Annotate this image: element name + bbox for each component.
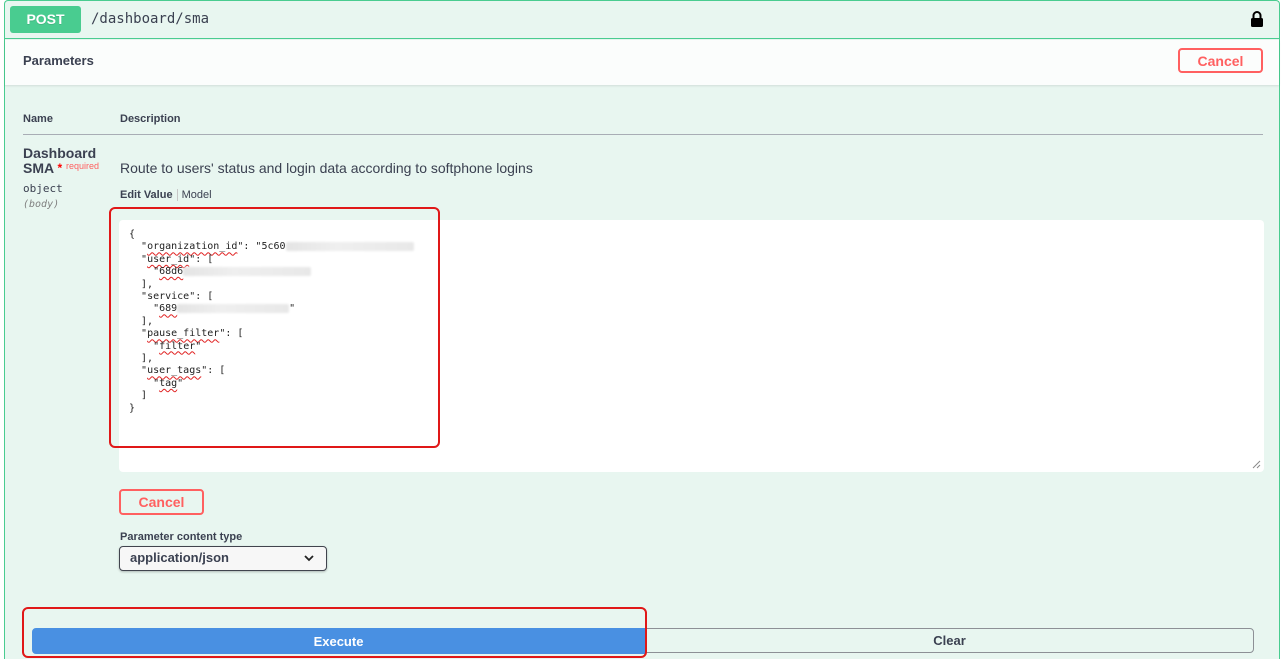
redacted-value xyxy=(177,303,290,313)
parameter-name: Dashboard SMA * required xyxy=(23,146,99,176)
redacted-value xyxy=(183,266,312,276)
operation-block-post: POST /dashboard/sma Parameters Cancel Na… xyxy=(4,0,1280,659)
json-value-pause-filter: filter xyxy=(159,340,196,352)
parameters-title: Parameters xyxy=(23,53,94,68)
clear-button[interactable]: Clear xyxy=(645,628,1254,653)
content-type-label: Parameter content type xyxy=(120,531,243,543)
body-tabs: Edit Value Model xyxy=(120,189,212,202)
json-key-service: service xyxy=(147,291,190,303)
tab-model[interactable]: Model xyxy=(182,189,212,201)
parameter-description: Route to users' status and login data ac… xyxy=(120,160,533,176)
json-key-organization-id: organization_id xyxy=(147,241,238,253)
cancel-try-out-button[interactable]: Cancel xyxy=(1178,48,1263,73)
lock-icon[interactable] xyxy=(1250,10,1264,28)
json-key-pause-filter: pause_filter xyxy=(147,328,220,340)
parameters-header: Parameters Cancel xyxy=(5,40,1279,85)
tab-divider xyxy=(176,189,178,202)
content-type-select[interactable]: application/json xyxy=(119,546,327,571)
json-open-brace: { xyxy=(129,229,136,240)
table-header-divider xyxy=(23,134,1263,135)
method-badge: POST xyxy=(10,6,81,33)
json-value-user-id: 68d6 xyxy=(159,266,184,278)
column-header-description: Description xyxy=(120,113,181,125)
required-star: * xyxy=(57,161,63,175)
resize-handle-icon[interactable] xyxy=(1252,460,1261,469)
operation-summary[interactable]: POST /dashboard/sma xyxy=(5,1,1279,39)
cancel-edit-button[interactable]: Cancel xyxy=(119,489,204,515)
request-body-json[interactable]: { "organization_id": "5c60 "user_id": [ … xyxy=(129,229,414,415)
content-type-selected: application/json xyxy=(130,550,229,565)
json-close-brace: } xyxy=(129,402,136,414)
chevron-down-icon xyxy=(304,555,314,562)
parameter-location: (body) xyxy=(23,199,60,210)
execute-button[interactable]: Execute xyxy=(32,628,645,654)
column-header-name: Name xyxy=(23,113,53,125)
request-body-textarea[interactable]: { "organization_id": "5c60 "user_id": [ … xyxy=(119,220,1264,472)
json-value-organization-id: 5c60 xyxy=(261,241,286,253)
required-label: required xyxy=(66,161,100,171)
redacted-value xyxy=(285,241,414,251)
json-key-user-id: user_id xyxy=(147,253,190,265)
json-value-user-tags: tag xyxy=(159,377,178,389)
json-key-user-tags: user_tags xyxy=(147,365,202,377)
json-value-service: 689 xyxy=(159,303,178,315)
tab-edit-value[interactable]: Edit Value xyxy=(120,189,173,201)
endpoint-path: /dashboard/sma xyxy=(91,11,210,27)
parameter-type: object xyxy=(23,182,63,195)
parameter-name-line1: Dashboard xyxy=(23,145,97,161)
parameter-name-line2: SMA xyxy=(23,160,54,176)
